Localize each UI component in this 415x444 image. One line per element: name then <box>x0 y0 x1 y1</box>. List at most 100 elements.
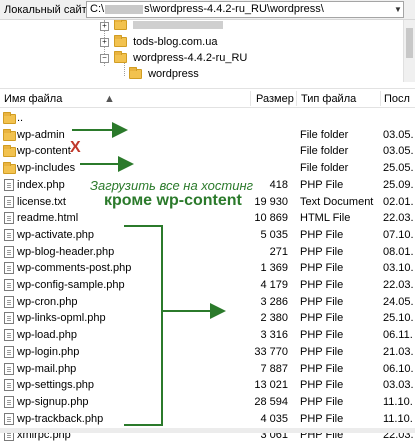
file-icon <box>4 379 14 392</box>
file-date: 22.03. <box>383 212 414 225</box>
file-name: wp-includes <box>17 162 76 175</box>
file-row[interactable]: wp-includes File folder 25.05. <box>0 160 415 177</box>
file-type: PHP File <box>300 345 344 358</box>
file-size: 10 869 <box>254 212 288 225</box>
horizontal-scrollbar[interactable] <box>0 428 415 433</box>
file-row[interactable]: .. <box>0 110 415 127</box>
file-date: 24.05. <box>383 295 414 308</box>
scrollbar-thumb[interactable] <box>406 28 413 58</box>
file-name: wp-comments-post.php <box>17 262 132 275</box>
file-size: 1 369 <box>260 262 288 275</box>
folder-icon <box>114 20 127 31</box>
column-divider[interactable] <box>380 91 381 106</box>
file-name: wp-trackback.php <box>17 412 104 425</box>
file-row[interactable]: wp-activate.php 5 035 PHP File 07.10. <box>0 227 415 244</box>
tree-scrollbar[interactable] <box>403 20 415 82</box>
file-row[interactable]: readme.html 10 869 HTML File 22.03. <box>0 210 415 227</box>
file-name: wp-load.php <box>17 329 77 342</box>
path-prefix: C:\ <box>90 3 105 15</box>
local-site-bar: Локальный сайт: C:\ s\wordpress-4.4.2-ru_… <box>0 0 415 20</box>
file-row[interactable]: wp-content File folder 03.05. <box>0 143 415 160</box>
file-row[interactable]: wp-trackback.php 4 035 PHP File 11.10. <box>0 411 415 428</box>
file-type: PHP File <box>300 312 344 325</box>
file-size: 33 770 <box>254 345 288 358</box>
column-divider[interactable] <box>250 91 251 106</box>
file-icon <box>4 279 14 291</box>
folder-icon <box>3 112 16 124</box>
file-size: 2 380 <box>260 312 288 325</box>
tree-item-wordpress[interactable]: wordpress <box>129 66 199 82</box>
tree-item-redacted[interactable]: + <box>100 20 224 33</box>
file-size: 7 887 <box>260 362 288 375</box>
redacted-folder-name <box>133 21 224 30</box>
expand-icon[interactable]: + <box>100 38 109 47</box>
file-name: index.php <box>17 178 65 191</box>
file-icon <box>4 395 14 408</box>
file-row[interactable]: wp-login.php 33 770 PHP File 21.03. <box>0 344 415 361</box>
file-size: 4 179 <box>260 279 288 291</box>
file-list-header: ▲ Имя файла Размер Тип файла Посл <box>0 88 415 108</box>
collapse-icon[interactable]: − <box>100 54 109 63</box>
file-name: wp-mail.php <box>17 362 77 375</box>
file-icon <box>4 228 14 241</box>
file-row[interactable]: wp-mail.php 7 887 PHP File 06.10. <box>0 361 415 378</box>
folder-icon <box>114 35 127 48</box>
file-type: PHP File <box>300 329 344 342</box>
file-icon <box>4 195 14 208</box>
file-row[interactable]: wp-cron.php 3 286 PHP File 24.05. <box>0 294 415 311</box>
column-header-date[interactable]: Посл <box>384 93 410 105</box>
file-icon <box>4 262 14 275</box>
file-size: 3 286 <box>260 295 288 308</box>
file-size: 19 930 <box>254 195 288 208</box>
column-header-name[interactable]: Имя файла <box>4 93 62 105</box>
file-row[interactable]: wp-comments-post.php 1 369 PHP File 03.10. <box>0 260 415 277</box>
annotation-upload-all: Загрузить все на хостинг <box>90 178 254 193</box>
file-type: File folder <box>300 128 349 141</box>
file-date: 08.01. <box>383 245 414 258</box>
tree-item-label: wordpress <box>148 68 199 80</box>
file-row[interactable]: wp-settings.php 13 021 PHP File 03.03. <box>0 377 415 394</box>
local-site-label: Локальный сайт: <box>4 4 90 16</box>
file-date: 22.03. <box>383 279 414 291</box>
file-type: File folder <box>300 162 349 175</box>
file-type: PHP File <box>300 178 344 191</box>
expand-icon[interactable]: + <box>100 22 109 31</box>
path-suffix: s\wordpress-4.4.2-ru_RU\wordpress\ <box>144 3 324 15</box>
file-type: PHP File <box>300 362 344 375</box>
file-row[interactable]: wp-config-sample.php 4 179 PHP File 22.03. <box>0 277 415 294</box>
file-type: HTML File <box>300 212 351 225</box>
chevron-down-icon[interactable]: ▼ <box>392 2 404 17</box>
tree-item-wordpress-4-4-2[interactable]: − wordpress-4.4.2-ru_RU <box>100 50 247 66</box>
file-date: 25.05. <box>383 162 414 175</box>
folder-icon <box>114 51 127 64</box>
column-header-type[interactable]: Тип файла <box>301 93 356 105</box>
file-name: .. <box>17 112 24 124</box>
folder-icon <box>3 145 16 158</box>
file-type: PHP File <box>300 262 344 275</box>
annotation-except-wp-content: кроме wp-content <box>104 192 242 209</box>
file-name: wp-signup.php <box>17 395 89 408</box>
file-icon <box>4 212 14 225</box>
file-row[interactable]: wp-blog-header.php 271 PHP File 08.01. <box>0 244 415 261</box>
file-size: 4 035 <box>260 412 288 425</box>
file-name: wp-login.php <box>17 345 80 358</box>
file-size: 418 <box>269 178 288 191</box>
file-type: PHP File <box>300 245 344 258</box>
file-name: wp-settings.php <box>17 379 95 392</box>
column-header-size[interactable]: Размер <box>256 93 294 105</box>
file-date: 03.05. <box>383 128 414 141</box>
file-row[interactable]: wp-load.php 3 316 PHP File 06.11. <box>0 327 415 344</box>
file-name: wp-blog-header.php <box>17 245 115 258</box>
column-divider[interactable] <box>296 91 297 106</box>
file-date: 02.01. <box>383 195 414 208</box>
file-type: PHP File <box>300 395 344 408</box>
file-row[interactable]: wp-signup.php 28 594 PHP File 11.10. <box>0 394 415 411</box>
file-row[interactable]: wp-links-opml.php 2 380 PHP File 25.10. <box>0 310 415 327</box>
tree-item-tods-blog[interactable]: + tods-blog.com.ua <box>100 34 217 50</box>
file-row[interactable]: wp-admin File folder 03.05. <box>0 127 415 144</box>
file-icon <box>4 312 14 325</box>
folder-icon <box>3 128 16 141</box>
file-date: 03.03. <box>383 379 414 392</box>
file-date: 07.10. <box>383 228 414 241</box>
local-site-path-input[interactable]: C:\ s\wordpress-4.4.2-ru_RU\wordpress\ <box>86 1 404 18</box>
